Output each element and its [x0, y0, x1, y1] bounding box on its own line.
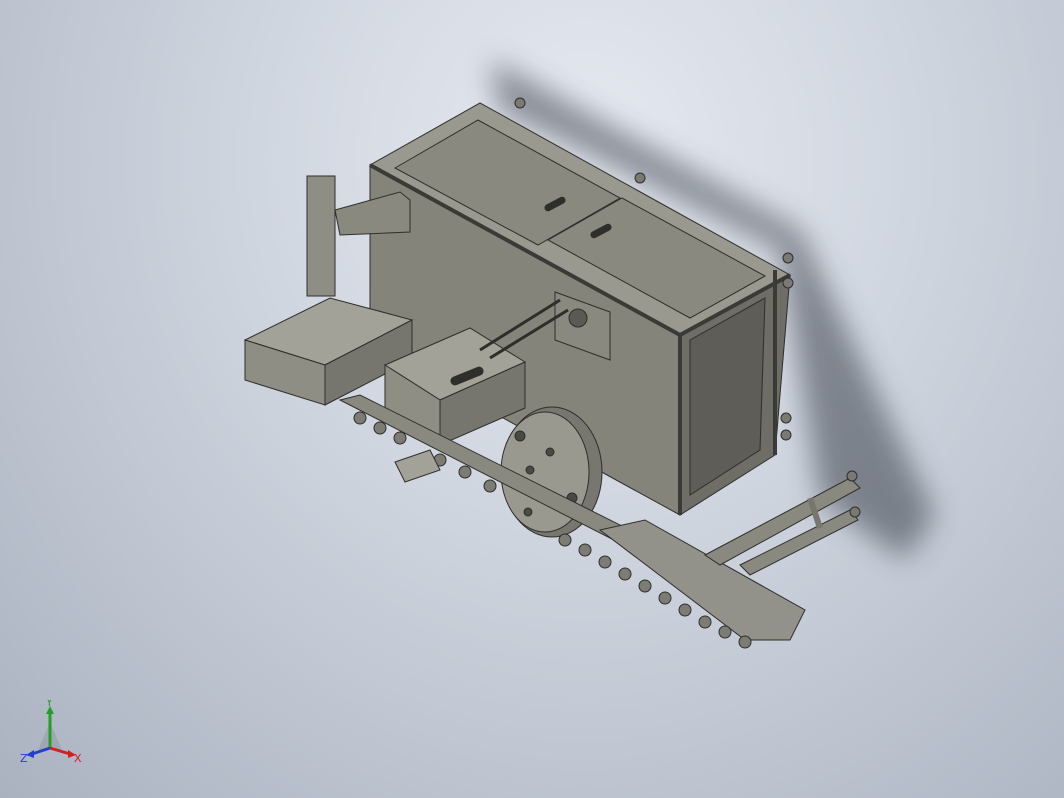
- coordinate-triad: Y X Z: [20, 700, 82, 765]
- z-axis-label: Z: [20, 752, 28, 765]
- outrigger-foot-1: [846, 470, 858, 482]
- y-axis-label: Y: [45, 700, 53, 709]
- cad-model-viewport[interactable]: [0, 0, 1064, 798]
- cad-assembly[interactable]: [243, 97, 861, 649]
- cylinder: [394, 449, 441, 483]
- mechanism-bore: [568, 308, 588, 328]
- outrigger-foot-2: [849, 506, 861, 518]
- vertical-post: [306, 175, 336, 297]
- x-axis-label: X: [74, 752, 82, 765]
